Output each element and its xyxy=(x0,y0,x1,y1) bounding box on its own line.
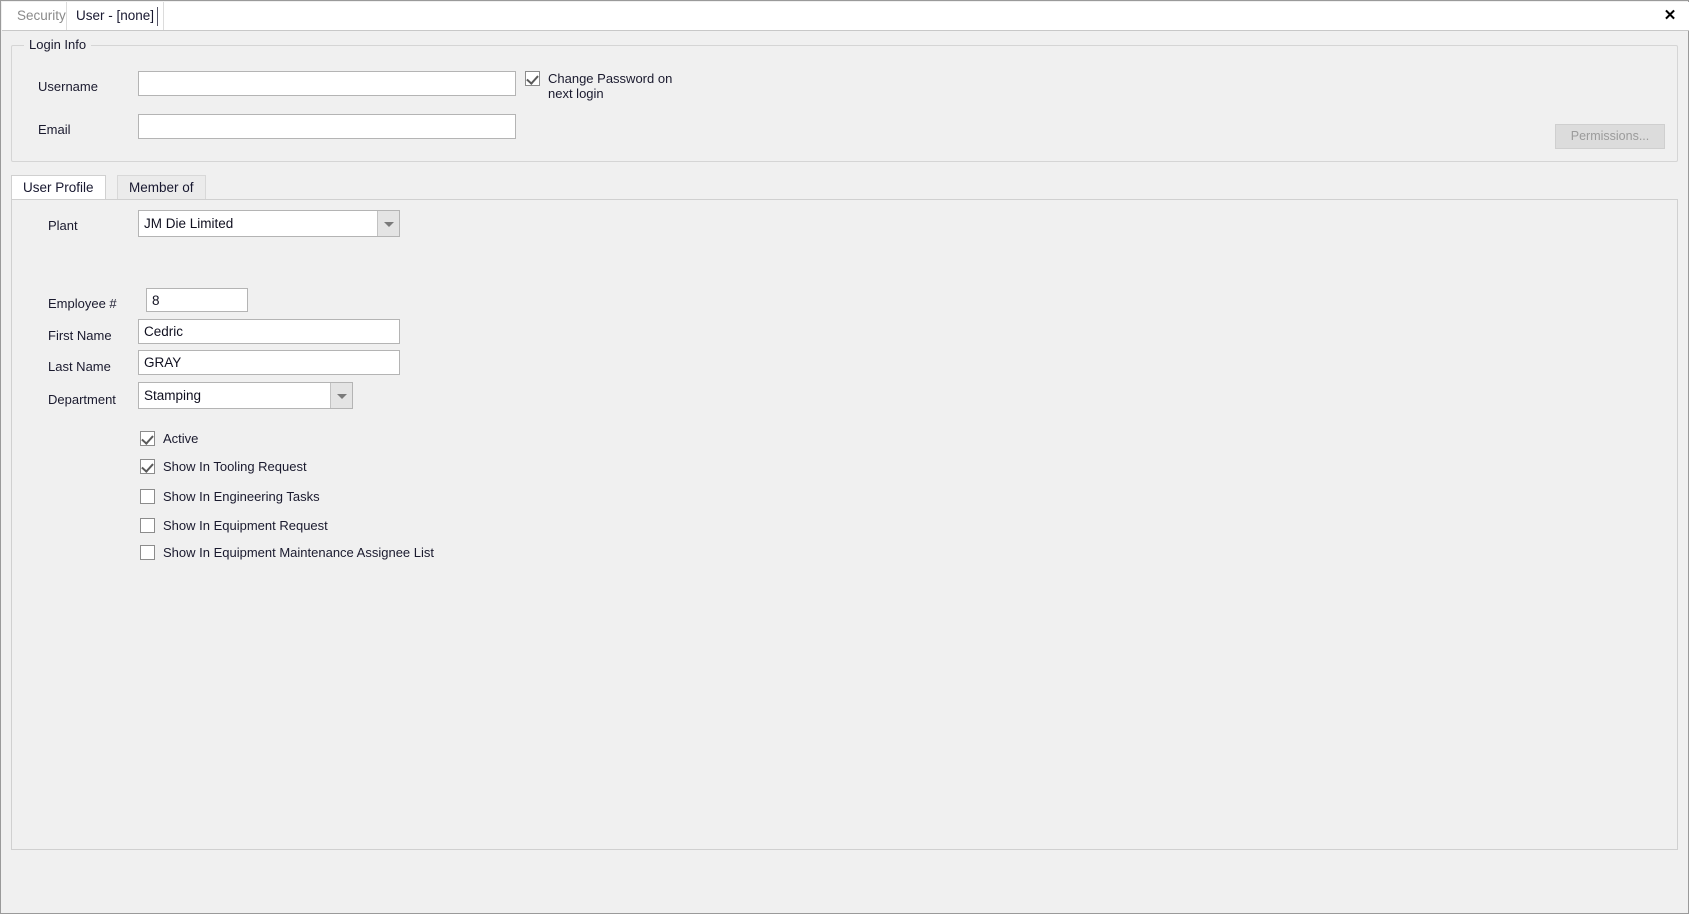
tab-strip-caret xyxy=(157,7,158,26)
login-info-group-title: Login Info xyxy=(24,37,92,52)
change-password-checkbox[interactable]: Change Password on next login xyxy=(525,71,672,101)
show-in-engineering-tasks-checkbox[interactable]: Show In Engineering Tasks xyxy=(140,489,320,504)
email-input[interactable] xyxy=(138,114,516,139)
department-label: Department xyxy=(48,392,116,407)
show-in-equipment-maintenance-assignee-list-checkbox-label: Show In Equipment Maintenance Assignee L… xyxy=(163,545,435,560)
active-checkbox[interactable]: Active xyxy=(140,431,198,446)
chevron-down-icon[interactable] xyxy=(330,383,352,408)
tab-user-profile[interactable]: User Profile xyxy=(11,175,106,200)
show-in-equipment-request-checkbox-label: Show In Equipment Request xyxy=(163,518,328,533)
show-in-tooling-request-checkbox[interactable]: Show In Tooling Request xyxy=(140,459,307,474)
checkbox-icon xyxy=(140,431,155,446)
last-name-input[interactable] xyxy=(138,350,400,375)
application-window: Security User - [none] ✕ Login Info User… xyxy=(0,0,1689,914)
change-password-checkbox-label: Change Password on next login xyxy=(548,71,673,101)
employee-number-label: Employee # xyxy=(48,296,117,311)
show-in-tooling-request-checkbox-label: Show In Tooling Request xyxy=(163,459,307,474)
department-dropdown[interactable]: Stamping xyxy=(138,382,353,409)
checkbox-icon xyxy=(140,459,155,474)
plant-dropdown-value: JM Die Limited xyxy=(144,216,234,231)
checkbox-icon xyxy=(140,545,155,560)
username-label: Username xyxy=(38,79,98,94)
user-profile-panel: Plant JM Die Limited Employee # First Na… xyxy=(11,199,1678,850)
checkbox-icon xyxy=(140,518,155,533)
plant-dropdown[interactable]: JM Die Limited xyxy=(138,210,400,237)
department-dropdown-value: Stamping xyxy=(144,388,202,403)
show-in-equipment-maintenance-assignee-list-checkbox[interactable]: Show In Equipment Maintenance Assignee L… xyxy=(140,545,434,560)
permissions-button[interactable]: Permissions... xyxy=(1555,124,1665,149)
plant-label: Plant xyxy=(48,218,78,233)
show-in-engineering-tasks-checkbox-label: Show In Engineering Tasks xyxy=(163,489,320,504)
last-name-label: Last Name xyxy=(48,359,111,374)
first-name-input[interactable] xyxy=(138,319,400,344)
login-info-group: Login Info Username Email Change Passwor… xyxy=(11,37,1678,162)
checkbox-icon xyxy=(525,71,540,86)
checkbox-icon xyxy=(140,489,155,504)
employee-number-input[interactable] xyxy=(146,288,248,312)
first-name-label: First Name xyxy=(48,328,112,343)
tab-security[interactable]: Security xyxy=(8,2,75,30)
email-label: Email xyxy=(38,122,71,137)
active-checkbox-label: Active xyxy=(163,431,199,446)
close-icon[interactable]: ✕ xyxy=(1657,2,1683,30)
tab-user[interactable]: User - [none] xyxy=(66,2,165,30)
inner-tab-strip: User Profile Member of xyxy=(11,175,1678,200)
username-input[interactable] xyxy=(138,71,516,96)
top-tab-strip: Security User - [none] ✕ xyxy=(2,2,1689,31)
tab-member-of[interactable]: Member of xyxy=(117,175,206,200)
chevron-down-icon[interactable] xyxy=(377,211,399,236)
show-in-equipment-request-checkbox[interactable]: Show In Equipment Request xyxy=(140,518,328,533)
